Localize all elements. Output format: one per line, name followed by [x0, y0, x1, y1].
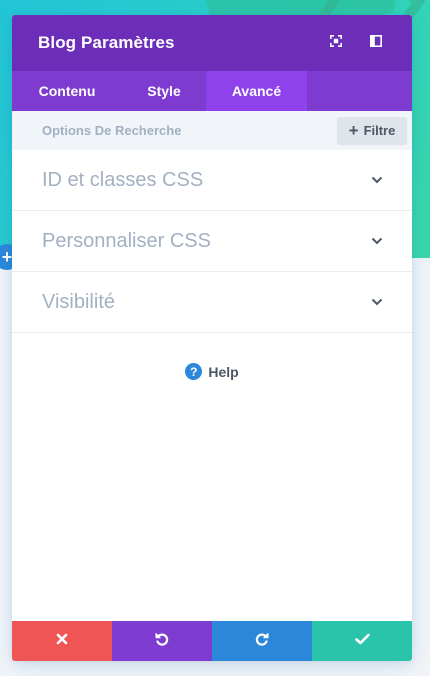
- redo-button[interactable]: [212, 621, 312, 661]
- chevron-down-icon: [370, 295, 384, 309]
- undo-icon: [154, 631, 170, 652]
- help-label: Help: [208, 363, 239, 380]
- help-link[interactable]: ? Help: [12, 363, 412, 380]
- tab-style[interactable]: Style: [122, 71, 206, 111]
- toggle-visibility[interactable]: Visibilité: [12, 272, 412, 333]
- toggle-title: Visibilité: [42, 290, 115, 313]
- undo-button[interactable]: [112, 621, 212, 661]
- sidebar-toggle-button[interactable]: [356, 23, 396, 63]
- help-icon: ?: [185, 363, 203, 380]
- toggle-custom-css[interactable]: Personnaliser CSS: [12, 211, 412, 272]
- close-icon: [56, 632, 68, 650]
- fullscreen-button[interactable]: [316, 23, 356, 63]
- redo-icon: [254, 631, 270, 652]
- toggle-title: Personnaliser CSS: [42, 229, 211, 252]
- tab-avance[interactable]: Avancé: [206, 71, 307, 111]
- chevron-down-icon: [370, 173, 384, 187]
- modal-footer: [12, 621, 412, 661]
- settings-content: ID et classes CSS Personnaliser CSS Visi…: [12, 150, 412, 621]
- filter-button[interactable]: + Filtre: [337, 116, 407, 145]
- options-search-bar: + Filtre: [12, 111, 412, 150]
- tab-contenu[interactable]: Contenu: [12, 71, 122, 111]
- modal-title: Blog Paramètres: [38, 33, 175, 52]
- settings-modal: Blog Paramètres Contenu Style Avancé Opt…: [12, 15, 412, 661]
- save-button[interactable]: [312, 621, 412, 661]
- toggle-title: ID et classes CSS: [42, 168, 204, 191]
- settings-tabs: Contenu Style Avancé: [12, 71, 412, 111]
- check-icon: [354, 632, 370, 650]
- filter-label: Filtre: [363, 123, 396, 138]
- chevron-down-icon: [370, 234, 384, 248]
- toggle-css-id-classes[interactable]: ID et classes CSS: [12, 150, 412, 211]
- modal-header: Blog Paramètres: [12, 15, 412, 71]
- fullscreen-icon: [330, 34, 342, 52]
- cancel-button[interactable]: [12, 621, 112, 661]
- options-search-input[interactable]: [42, 123, 337, 138]
- sidebar-toggle-icon: [370, 34, 382, 52]
- plus-icon: +: [348, 121, 359, 140]
